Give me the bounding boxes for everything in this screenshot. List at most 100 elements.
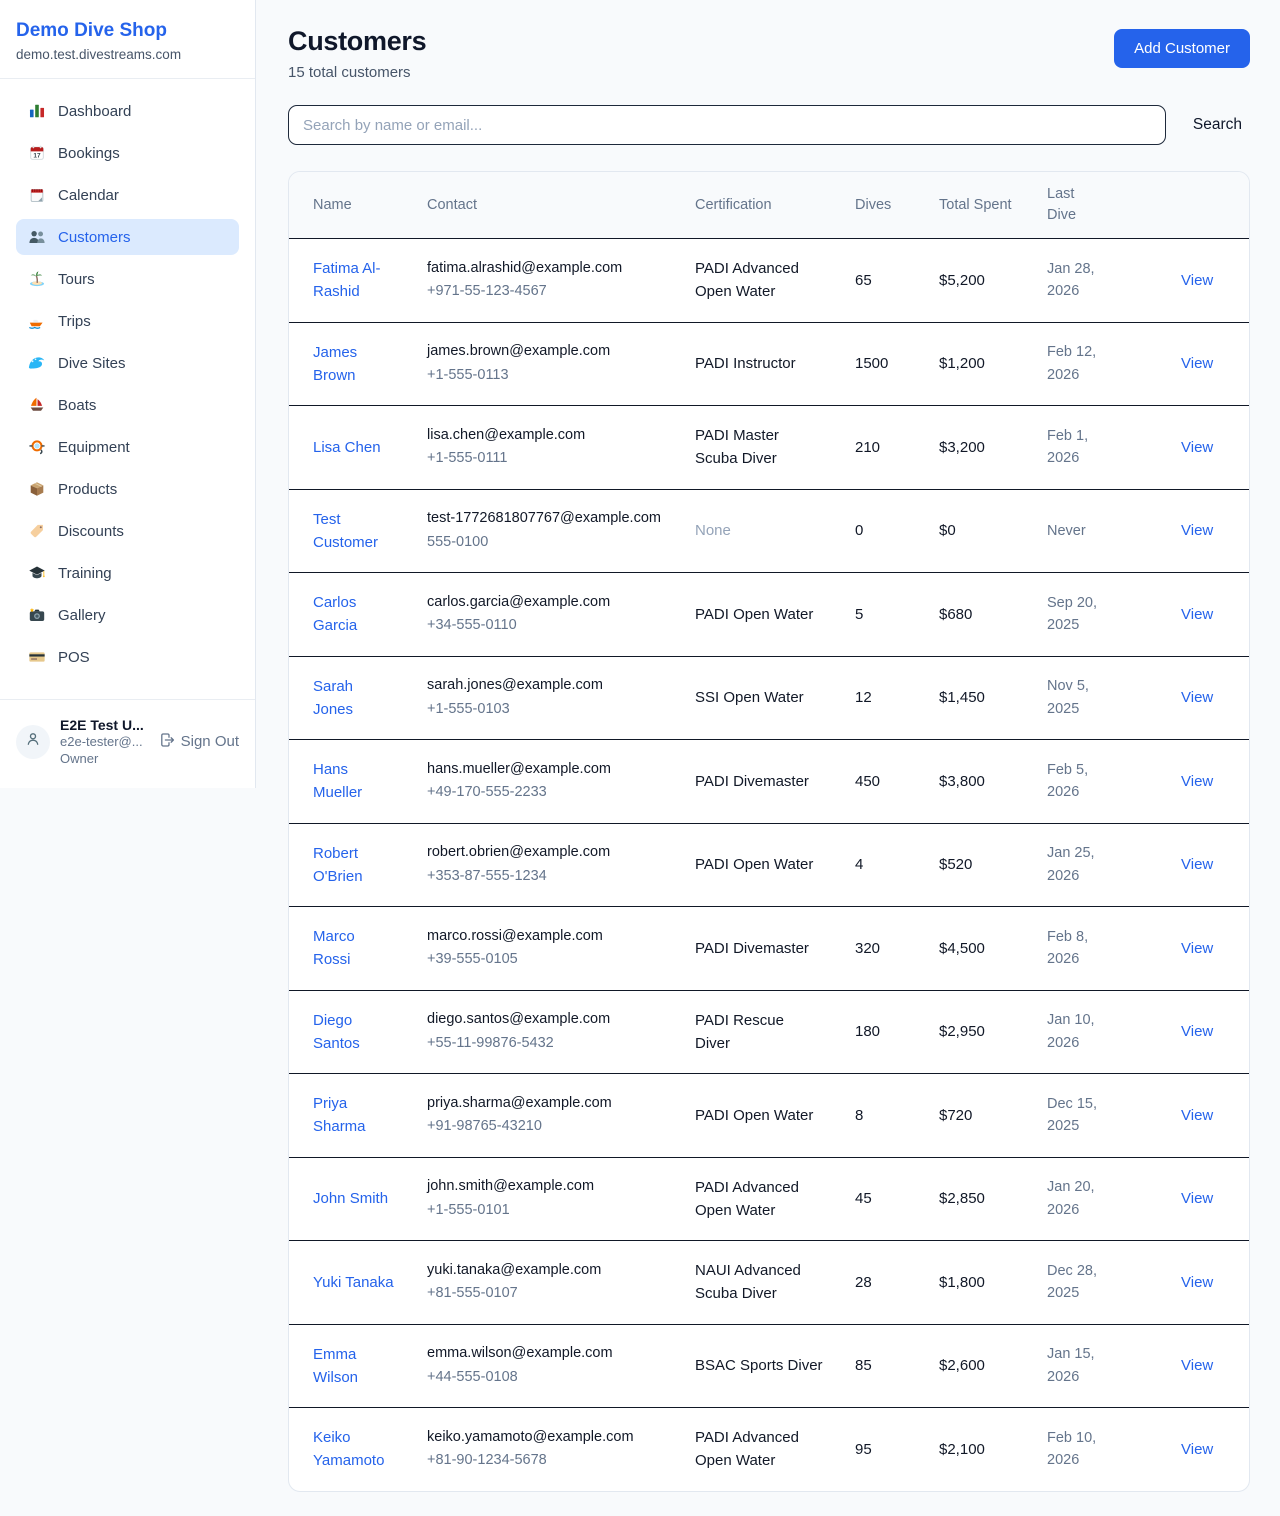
customer-name-link[interactable]: Marco Rossi [313, 928, 355, 968]
sidebar-item-discounts[interactable]: Discounts [16, 513, 239, 549]
table-row: James Brown james.brown@example.com +1-5… [289, 322, 1250, 406]
table-row: Lisa Chen lisa.chen@example.com +1-555-0… [289, 406, 1250, 490]
search-input[interactable] [288, 105, 1166, 145]
customer-email: test-1772681807767@example.com [427, 508, 663, 530]
customer-phone: +1-555-0111 [427, 448, 663, 470]
customer-certification: PADI Advanced Open Water [695, 1179, 799, 1219]
sidebar-item-label: Gallery [58, 607, 106, 624]
customer-dives: 65 [839, 239, 923, 323]
customer-phone: +34-555-0110 [427, 615, 663, 637]
sidebar-item-label: Trips [58, 313, 91, 330]
customer-name-link[interactable]: Keiko Yamamoto [313, 1429, 384, 1469]
customer-phone: +353-87-555-1234 [427, 866, 663, 888]
dive-sites-icon [28, 354, 46, 372]
gallery-icon [28, 606, 46, 624]
sidebar-item-label: Equipment [58, 439, 130, 456]
view-customer-link[interactable]: View [1181, 1107, 1213, 1124]
column-header-contact: Contact [411, 172, 679, 239]
sidebar-item-trips[interactable]: Trips [16, 303, 239, 339]
customer-name-link[interactable]: Test Customer [313, 511, 378, 551]
customer-total-spent: $5,200 [923, 239, 1031, 323]
view-customer-link[interactable]: View [1181, 1357, 1213, 1374]
add-customer-button[interactable]: Add Customer [1114, 29, 1250, 68]
view-customer-link[interactable]: View [1181, 439, 1213, 456]
customer-email: keiko.yamamoto@example.com [427, 1427, 663, 1449]
sidebar-item-label: POS [58, 649, 90, 666]
sidebar-item-calendar[interactable]: Calendar [16, 177, 239, 213]
customer-certification: PADI Advanced Open Water [695, 1429, 799, 1469]
customer-total-spent: $2,600 [923, 1324, 1031, 1408]
table-row: Robert O'Brien robert.obrien@example.com… [289, 823, 1250, 907]
sign-out-button[interactable]: Sign Out [159, 732, 239, 752]
user-email: e2e-tester@... [60, 734, 144, 751]
customer-name-link[interactable]: Robert O'Brien [313, 845, 363, 885]
sidebar-item-dashboard[interactable]: Dashboard [16, 93, 239, 129]
customer-name-link[interactable]: Emma Wilson [313, 1346, 358, 1386]
view-customer-link[interactable]: View [1181, 940, 1213, 957]
sidebar-item-pos[interactable]: POS [16, 639, 239, 675]
sidebar-item-boats[interactable]: Boats [16, 387, 239, 423]
page-title: Customers [288, 26, 426, 57]
view-customer-link[interactable]: View [1181, 1023, 1213, 1040]
customer-name-link[interactable]: Fatima Al-Rashid [313, 260, 381, 300]
training-icon [28, 564, 46, 582]
trips-icon [28, 312, 46, 330]
customer-name-link[interactable]: Lisa Chen [313, 439, 381, 456]
sidebar-item-label: Calendar [58, 187, 119, 204]
view-customer-link[interactable]: View [1181, 355, 1213, 372]
sidebar-item-bookings[interactable]: 17 Bookings [16, 135, 239, 171]
customer-name-link[interactable]: Diego Santos [313, 1012, 360, 1052]
customer-name-link[interactable]: James Brown [313, 344, 357, 384]
customer-last-dive: Never [1031, 489, 1121, 573]
view-customer-link[interactable]: View [1181, 522, 1213, 539]
customer-phone: 555-0100 [427, 532, 663, 554]
boats-icon [28, 396, 46, 414]
view-customer-link[interactable]: View [1181, 272, 1213, 289]
view-customer-link[interactable]: View [1181, 1190, 1213, 1207]
calendar-icon [28, 186, 46, 204]
customer-dives: 5 [839, 573, 923, 657]
tours-icon [28, 270, 46, 288]
customer-name-link[interactable]: Sarah Jones [313, 678, 353, 718]
sidebar-item-customers[interactable]: Customers [16, 219, 239, 255]
customer-phone: +1-555-0113 [427, 365, 663, 387]
sidebar-item-products[interactable]: Products [16, 471, 239, 507]
column-header-dives: Dives [839, 172, 923, 239]
search-button[interactable]: Search [1166, 116, 1250, 134]
sidebar-item-equipment[interactable]: Equipment [16, 429, 239, 465]
shop-header: Demo Dive Shop demo.test.divestreams.com [0, 0, 255, 79]
customer-dives: 85 [839, 1324, 923, 1408]
customer-name-link[interactable]: Yuki Tanaka [313, 1274, 394, 1291]
shop-domain: demo.test.divestreams.com [16, 47, 239, 62]
sidebar-item-training[interactable]: Training [16, 555, 239, 591]
view-customer-link[interactable]: View [1181, 856, 1213, 873]
svg-text:17: 17 [33, 153, 41, 160]
table-row: Emma Wilson emma.wilson@example.com +44-… [289, 1324, 1250, 1408]
view-customer-link[interactable]: View [1181, 606, 1213, 623]
equipment-icon [28, 438, 46, 456]
sidebar-item-dive-sites[interactable]: Dive Sites [16, 345, 239, 381]
sidebar-nav: Dashboard 17 Bookings Calendar Customers… [0, 79, 255, 691]
sidebar-item-tours[interactable]: Tours [16, 261, 239, 297]
customer-certification: PADI Instructor [695, 355, 796, 372]
page-header: Customers 15 total customers Add Custome… [288, 26, 1250, 81]
customer-name-link[interactable]: Carlos Garcia [313, 594, 357, 634]
customer-last-dive: Dec 28, 2025 [1031, 1241, 1121, 1325]
view-customer-link[interactable]: View [1181, 1441, 1213, 1458]
customer-name-link[interactable]: John Smith [313, 1190, 388, 1207]
customer-dives: 95 [839, 1408, 923, 1491]
table-row: John Smith john.smith@example.com +1-555… [289, 1157, 1250, 1241]
view-customer-link[interactable]: View [1181, 689, 1213, 706]
view-customer-link[interactable]: View [1181, 773, 1213, 790]
sidebar-item-gallery[interactable]: Gallery [16, 597, 239, 633]
main-content: Customers 15 total customers Add Custome… [256, 0, 1280, 1516]
customer-name-link[interactable]: Priya Sharma [313, 1095, 366, 1135]
customer-certification: PADI Open Water [695, 606, 813, 623]
view-customer-link[interactable]: View [1181, 1274, 1213, 1291]
table-row: Test Customer test-1772681807767@example… [289, 489, 1250, 573]
customer-name-link[interactable]: Hans Mueller [313, 761, 362, 801]
customer-dives: 180 [839, 990, 923, 1074]
table-row: Marco Rossi marco.rossi@example.com +39-… [289, 907, 1250, 991]
customer-last-dive: Feb 1, 2026 [1031, 406, 1121, 490]
customer-dives: 12 [839, 656, 923, 740]
